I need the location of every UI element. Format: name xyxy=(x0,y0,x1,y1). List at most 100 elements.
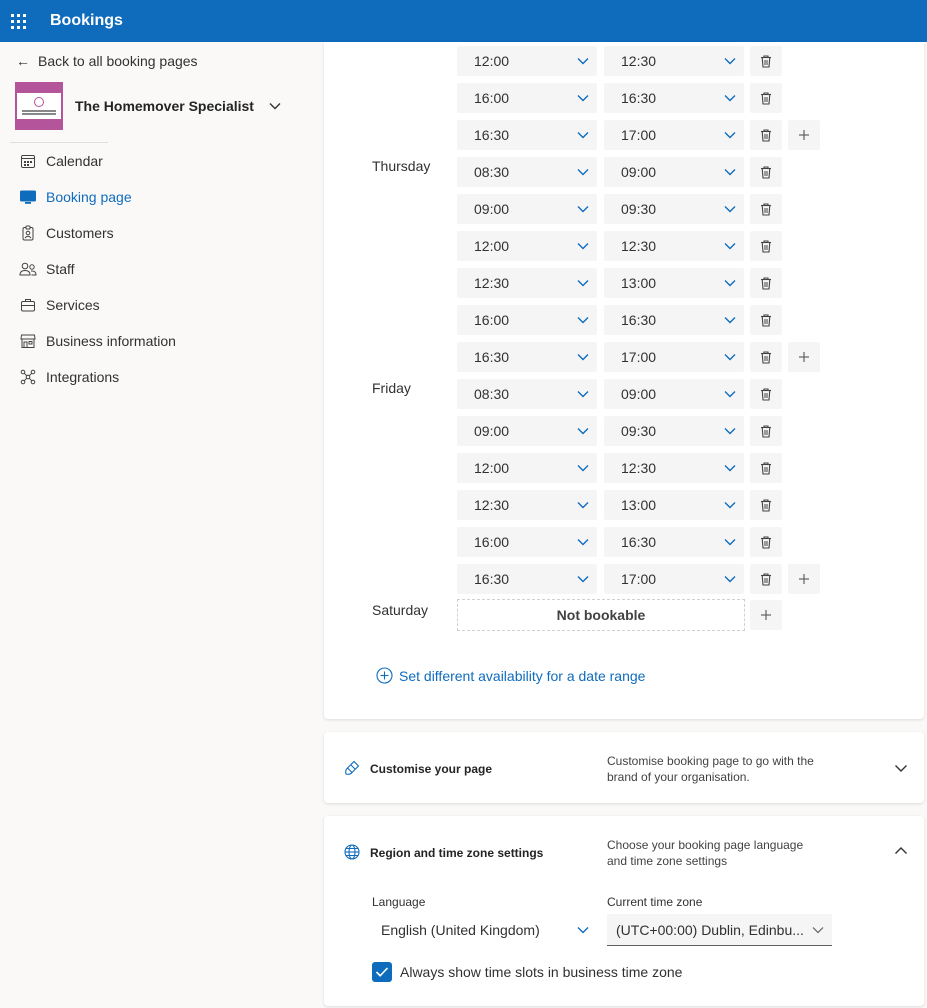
delete-slot-button[interactable] xyxy=(750,564,782,594)
end-time-dropdown[interactable]: 17:00 xyxy=(604,564,744,594)
sidebar-item-business-information[interactable]: Business information xyxy=(0,323,310,359)
delete-slot-button[interactable] xyxy=(750,268,782,298)
delete-slot-button[interactable] xyxy=(750,157,782,187)
sidebar-item-booking-page[interactable]: Booking page xyxy=(0,179,310,215)
business-timezone-checkbox-row[interactable]: Always show time slots in business time … xyxy=(372,962,682,982)
chevron-down-icon xyxy=(724,132,736,139)
back-link[interactable]: ← Back to all booking pages xyxy=(16,53,198,69)
start-time-dropdown[interactable]: 16:30 xyxy=(457,342,597,372)
delete-slot-button[interactable] xyxy=(750,46,782,76)
end-time-dropdown[interactable]: 12:30 xyxy=(604,453,744,483)
business-timezone-checkbox[interactable] xyxy=(372,962,392,982)
start-time-value: 16:30 xyxy=(474,127,510,143)
plus-icon xyxy=(761,610,771,620)
end-time-dropdown[interactable]: 09:30 xyxy=(604,194,744,224)
sidebar-item-customers[interactable]: Customers xyxy=(0,215,310,251)
start-time-dropdown[interactable]: 08:30 xyxy=(457,379,597,409)
chevron-down-icon xyxy=(577,243,589,250)
sidebar-item-label: Services xyxy=(46,297,100,313)
chevron-up-icon[interactable] xyxy=(894,846,908,856)
start-time-dropdown[interactable]: 12:00 xyxy=(457,231,597,261)
sidebar-item-integrations[interactable]: Integrations xyxy=(0,359,310,395)
time-slot-row: 08:30 09:00 xyxy=(457,157,782,187)
end-time-dropdown[interactable]: 16:30 xyxy=(604,305,744,335)
start-time-value: 16:30 xyxy=(474,349,510,365)
end-time-value: 09:00 xyxy=(621,164,657,180)
start-time-dropdown[interactable]: 16:00 xyxy=(457,305,597,335)
start-time-dropdown[interactable]: 12:00 xyxy=(457,46,597,76)
chevron-down-icon xyxy=(724,58,736,65)
sidebar-item-label: Booking page xyxy=(46,189,132,205)
time-slot-row: 16:30 17:00 xyxy=(457,120,820,150)
delete-slot-button[interactable] xyxy=(750,231,782,261)
add-slot-button[interactable] xyxy=(788,564,820,594)
start-time-dropdown[interactable]: 09:00 xyxy=(457,416,597,446)
end-time-dropdown[interactable]: 09:00 xyxy=(604,379,744,409)
date-range-link-label: Set different availability for a date ra… xyxy=(399,667,646,684)
not-bookable-slot[interactable]: Not bookable xyxy=(457,599,745,631)
language-dropdown[interactable]: English (United Kingdom) xyxy=(372,914,597,946)
org-name: The Homemover Specialist xyxy=(75,98,254,114)
day-label-thursday: Thursday xyxy=(372,158,431,174)
calendar-icon xyxy=(19,152,37,170)
language-label: Language xyxy=(372,895,426,909)
end-time-dropdown[interactable]: 09:30 xyxy=(604,416,744,446)
sidebar-item-services[interactable]: Services xyxy=(0,287,310,323)
trash-icon xyxy=(761,91,771,105)
end-time-dropdown[interactable]: 17:00 xyxy=(604,342,744,372)
delete-slot-button[interactable] xyxy=(750,453,782,483)
day-label-saturday: Saturday xyxy=(372,602,429,618)
end-time-dropdown[interactable]: 13:00 xyxy=(604,490,744,520)
start-time-value: 12:30 xyxy=(474,497,510,513)
date-range-link[interactable]: Set different availability for a date ra… xyxy=(376,667,645,684)
timezone-value: (UTC+00:00) Dublin, Edinbu... xyxy=(616,921,804,938)
end-time-dropdown[interactable]: 12:30 xyxy=(604,46,744,76)
start-time-dropdown[interactable]: 12:00 xyxy=(457,453,597,483)
trash-icon xyxy=(761,498,771,512)
end-time-dropdown[interactable]: 13:00 xyxy=(604,268,744,298)
end-time-dropdown[interactable]: 16:30 xyxy=(604,527,744,557)
start-time-dropdown[interactable]: 16:00 xyxy=(457,527,597,557)
delete-slot-button[interactable] xyxy=(750,342,782,372)
end-time-dropdown[interactable]: 16:30 xyxy=(604,83,744,113)
add-slot-button[interactable] xyxy=(750,600,782,630)
time-slot-row: 16:00 16:30 xyxy=(457,527,782,557)
end-time-dropdown[interactable]: 12:30 xyxy=(604,231,744,261)
start-time-dropdown[interactable]: 16:30 xyxy=(457,120,597,150)
delete-slot-button[interactable] xyxy=(750,305,782,335)
app-launcher-button[interactable] xyxy=(0,0,36,42)
delete-slot-button[interactable] xyxy=(750,83,782,113)
start-time-dropdown[interactable]: 16:00 xyxy=(457,83,597,113)
sidebar-item-label: Integrations xyxy=(46,369,120,385)
end-time-dropdown[interactable]: 09:00 xyxy=(604,157,744,187)
delete-slot-button[interactable] xyxy=(750,490,782,520)
delete-slot-button[interactable] xyxy=(750,379,782,409)
start-time-dropdown[interactable]: 08:30 xyxy=(457,157,597,187)
app-title[interactable]: Bookings xyxy=(50,12,123,30)
timezone-dropdown[interactable]: (UTC+00:00) Dublin, Edinbu... xyxy=(607,914,832,946)
org-switcher[interactable]: The Homemover Specialist xyxy=(15,82,282,130)
delete-slot-button[interactable] xyxy=(750,194,782,224)
time-slot-row: 16:00 16:30 xyxy=(457,305,782,335)
customise-section[interactable]: Customise your page Customise booking pa… xyxy=(324,732,924,803)
chevron-down-icon xyxy=(577,317,589,324)
start-time-dropdown[interactable]: 12:30 xyxy=(457,490,597,520)
start-time-dropdown[interactable]: 16:30 xyxy=(457,564,597,594)
delete-slot-button[interactable] xyxy=(750,416,782,446)
chevron-down-icon xyxy=(577,576,589,583)
chevron-down-icon[interactable] xyxy=(894,763,908,773)
chevron-down-icon xyxy=(577,95,589,102)
booking-page-icon xyxy=(19,188,37,206)
delete-slot-button[interactable] xyxy=(750,527,782,557)
chevron-down-icon xyxy=(577,132,589,139)
add-slot-button[interactable] xyxy=(788,342,820,372)
sidebar-item-calendar[interactable]: Calendar xyxy=(0,143,310,179)
start-time-dropdown[interactable]: 12:30 xyxy=(457,268,597,298)
start-time-dropdown[interactable]: 09:00 xyxy=(457,194,597,224)
sidebar-item-staff[interactable]: Staff xyxy=(0,251,310,287)
add-slot-button[interactable] xyxy=(788,120,820,150)
end-time-value: 12:30 xyxy=(621,238,657,254)
delete-slot-button[interactable] xyxy=(750,120,782,150)
end-time-dropdown[interactable]: 17:00 xyxy=(604,120,744,150)
time-slot-row: 16:30 17:00 xyxy=(457,342,820,372)
